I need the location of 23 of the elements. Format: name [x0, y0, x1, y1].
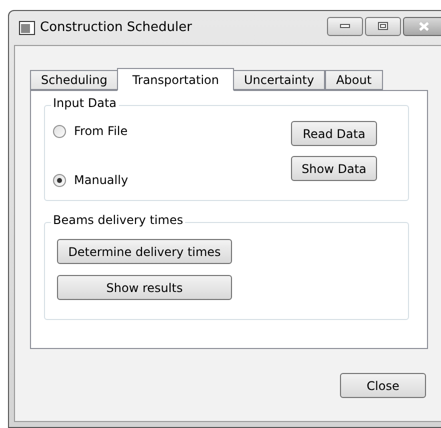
tab[interactable]: Uncertainty	[232, 70, 326, 90]
radio-option[interactable]: From File	[53, 122, 128, 140]
window-title: Construction Scheduler	[40, 19, 192, 38]
app-icon	[19, 21, 35, 35]
action-button[interactable]: Show results	[57, 275, 232, 300]
close-window-button[interactable]	[403, 16, 441, 36]
action-button[interactable]: Determine delivery times	[57, 239, 232, 264]
maximize-icon	[378, 22, 388, 30]
tab[interactable]: Scheduling	[30, 70, 118, 90]
group-title: Input Data	[51, 97, 119, 109]
close-icon	[418, 22, 430, 30]
action-button[interactable]: Show Data	[291, 156, 377, 181]
radio-button[interactable]	[53, 124, 66, 138]
minimize-icon	[340, 24, 350, 28]
maximize-button[interactable]	[365, 16, 401, 36]
close-button[interactable]: Close	[340, 373, 426, 398]
tab[interactable]: About	[325, 70, 383, 90]
group-title: Beams delivery times	[51, 214, 186, 226]
radio-button[interactable]	[53, 174, 66, 186]
radio-option[interactable]: Manually	[53, 171, 128, 189]
tab[interactable]: Transportation	[117, 68, 234, 91]
minimize-button[interactable]	[327, 16, 363, 36]
action-button[interactable]: Read Data	[291, 121, 377, 146]
